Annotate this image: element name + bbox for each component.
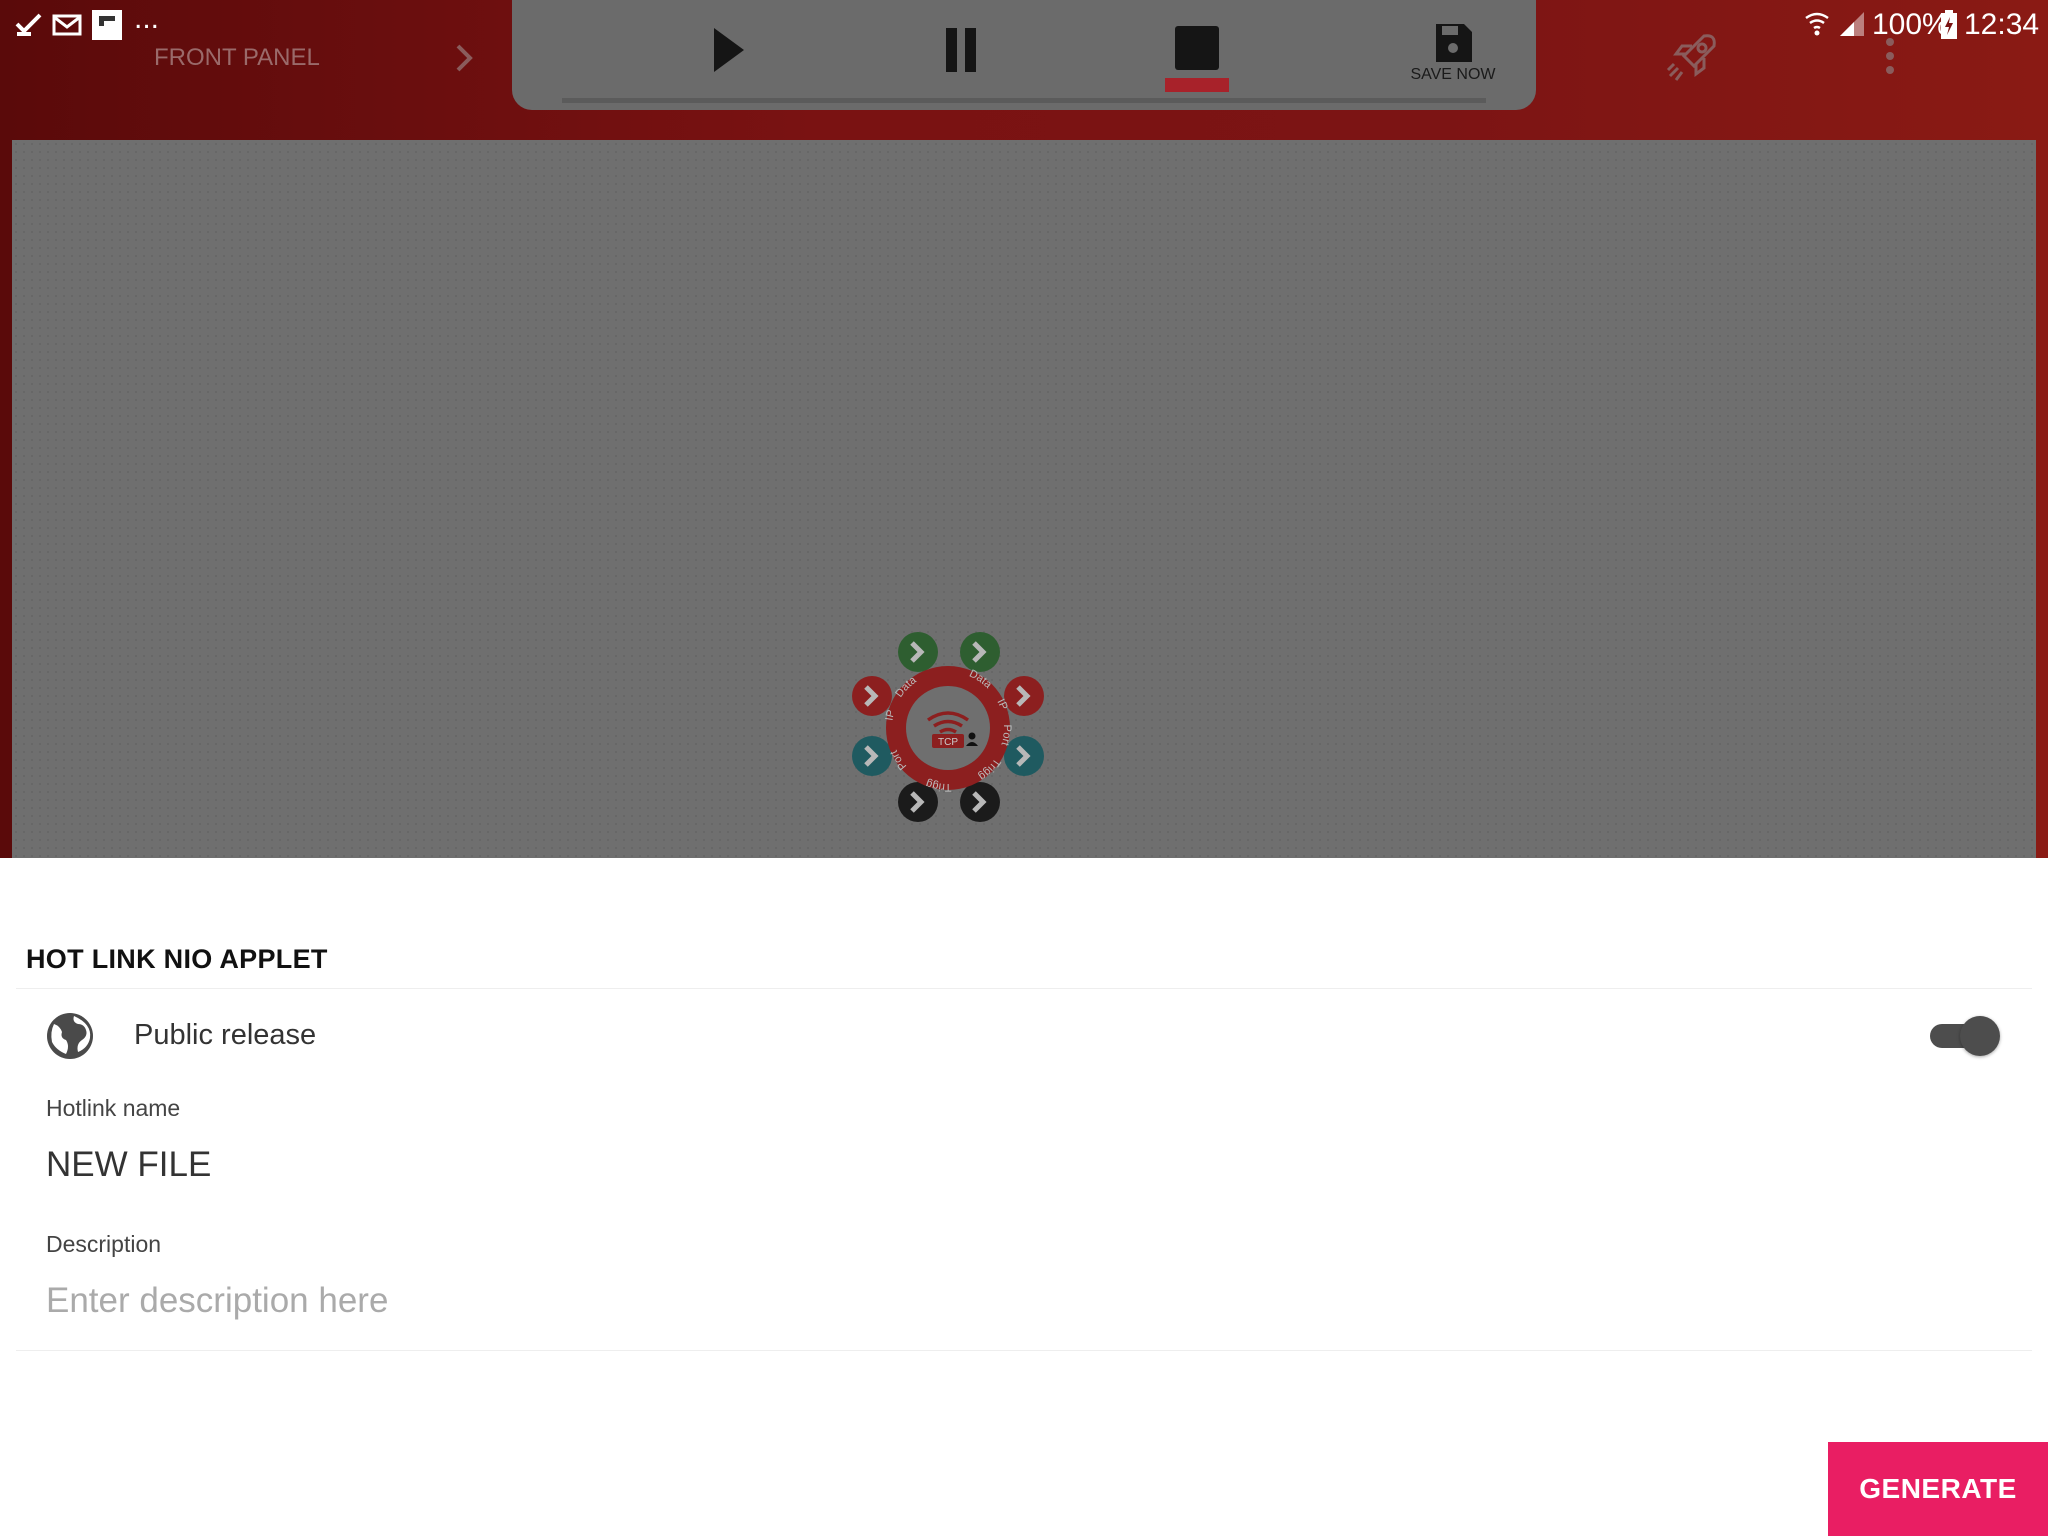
battery-charging-icon — [1941, 10, 1957, 39]
mail-icon — [52, 14, 82, 36]
data-port-2[interactable] — [960, 632, 1000, 672]
tcp-node[interactable]: Data Data IP IP Port Port Trigg Trigg TC… — [848, 628, 1048, 828]
more-notifications: ... — [134, 2, 160, 35]
front-panel-label[interactable]: FRONT PANEL — [154, 44, 320, 72]
hotlink-sheet: HOT LINK NIO APPLET Public release Hotli… — [0, 858, 2048, 1536]
clock: 12:34 — [1964, 8, 2040, 41]
description-input[interactable] — [46, 1276, 1946, 1326]
description-label: Description — [46, 1231, 162, 1257]
public-release-toggle[interactable] — [1928, 1012, 2000, 1058]
toggle-knob — [1960, 1016, 2000, 1056]
data-port-1[interactable] — [898, 632, 938, 672]
globe-icon — [47, 1013, 93, 1059]
signal-icon — [1840, 12, 1864, 36]
more-vertical-icon[interactable] — [1878, 36, 1902, 76]
play-icon[interactable] — [692, 18, 762, 82]
flipboard-icon — [92, 10, 122, 40]
port-port-1[interactable] — [852, 736, 892, 776]
sheet-title: HOT LINK NIO APPLET — [26, 944, 328, 974]
save-icon[interactable] — [1418, 20, 1488, 64]
ip-port-2[interactable] — [1004, 676, 1044, 716]
chevron-right-icon[interactable] — [448, 40, 480, 76]
public-release-label: Public release — [134, 1019, 317, 1051]
pause-icon[interactable] — [926, 18, 996, 82]
toolbar-track — [562, 98, 1486, 103]
tcp-label: TCP — [938, 737, 958, 748]
app-background: ... 100% 12:34 FRONT PANEL SAVE NOW Data… — [0, 0, 2048, 858]
generate-button[interactable]: GENERATE — [1828, 1442, 2048, 1536]
rocket-icon[interactable] — [1664, 30, 1720, 86]
workspace-canvas[interactable]: Data Data IP IP Port Port Trigg Trigg TC… — [12, 140, 2036, 858]
hotlink-name-label: Hotlink name — [46, 1095, 181, 1121]
wifi-icon — [1805, 12, 1829, 36]
checkmark-task-icon — [15, 13, 42, 36]
trigger-port-2[interactable] — [960, 782, 1000, 822]
hotlink-name-input[interactable] — [46, 1140, 1946, 1190]
divider — [16, 1350, 2032, 1351]
divider — [16, 988, 2032, 989]
playback-toolbar: SAVE NOW — [512, 0, 1536, 110]
stop-icon[interactable] — [1162, 18, 1232, 82]
active-indicator — [1165, 78, 1229, 92]
save-now-label[interactable]: SAVE NOW — [1388, 66, 1518, 84]
